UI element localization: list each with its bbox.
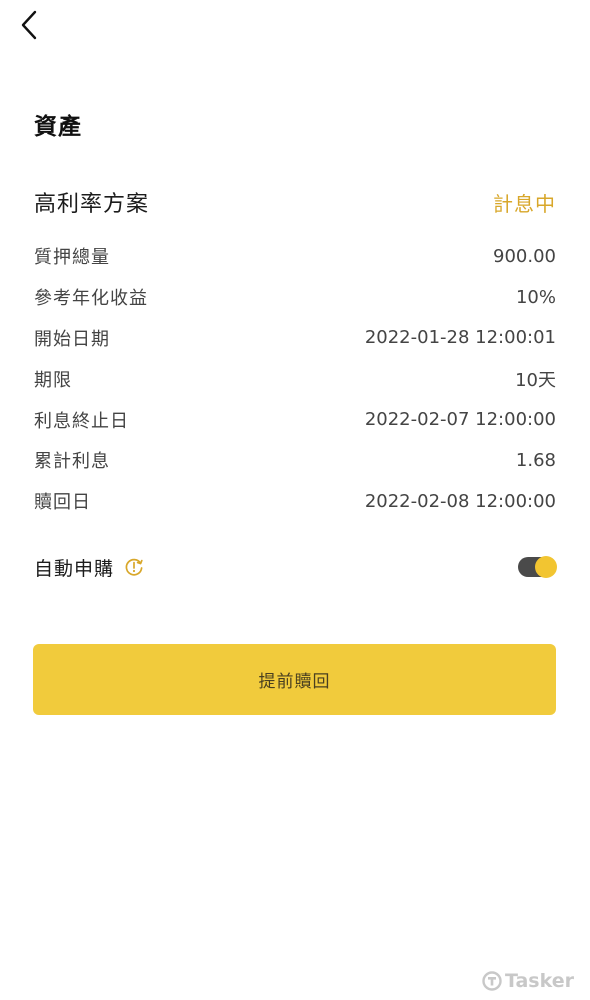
watermark: Tasker xyxy=(482,970,574,992)
section-title: 資產 xyxy=(34,114,82,140)
detail-row-pledge-total: 質押總量 900.00 xyxy=(34,236,556,277)
detail-list: 質押總量 900.00 參考年化收益 10% 開始日期 2022-01-28 1… xyxy=(34,236,556,522)
detail-value: 10天 xyxy=(515,369,556,391)
watermark-text: Tasker xyxy=(504,970,574,992)
detail-label: 期限 xyxy=(34,369,72,391)
detail-row-interest-end-date: 利息終止日 2022-02-07 12:00:00 xyxy=(34,399,556,440)
toggle-knob xyxy=(535,556,557,578)
detail-row-redemption-date: 贖回日 2022-02-08 12:00:00 xyxy=(34,481,556,522)
detail-label: 贖回日 xyxy=(34,492,91,514)
plan-status-badge: 計息中 xyxy=(493,191,556,216)
plan-name: 高利率方案 xyxy=(34,192,150,217)
detail-value: 1.68 xyxy=(515,449,556,471)
detail-value: 10% xyxy=(515,286,556,308)
detail-value: 2022-01-28 12:00:01 xyxy=(364,327,556,349)
detail-label: 參考年化收益 xyxy=(34,288,148,310)
auto-subscribe-row: 自動申購 xyxy=(34,548,557,586)
detail-label: 質押總量 xyxy=(34,247,110,269)
plan-header: 高利率方案 計息中 xyxy=(34,186,556,218)
detail-value: 2022-02-08 12:00:00 xyxy=(364,490,556,512)
early-redeem-button[interactable]: 提前贖回 xyxy=(33,644,556,715)
chevron-left-icon xyxy=(21,10,37,40)
detail-row-annual-yield: 參考年化收益 10% xyxy=(34,277,556,318)
detail-row-start-date: 開始日期 2022-01-28 12:00:01 xyxy=(34,318,556,359)
detail-label: 開始日期 xyxy=(34,328,110,350)
detail-value: 2022-02-07 12:00:00 xyxy=(364,409,556,431)
tasker-logo-icon xyxy=(482,971,502,991)
auto-subscribe-label-group: 自動申購 xyxy=(34,554,144,581)
detail-row-term: 期限 10天 xyxy=(34,358,556,399)
clock-info-icon[interactable] xyxy=(124,557,144,577)
detail-value: 900.00 xyxy=(493,245,556,267)
auto-subscribe-toggle[interactable] xyxy=(518,556,557,578)
detail-label: 累計利息 xyxy=(34,451,110,473)
back-button[interactable] xyxy=(14,8,44,42)
detail-row-accrued-interest: 累計利息 1.68 xyxy=(34,440,556,481)
auto-subscribe-label: 自動申購 xyxy=(34,557,115,580)
detail-label: 利息終止日 xyxy=(34,410,129,432)
